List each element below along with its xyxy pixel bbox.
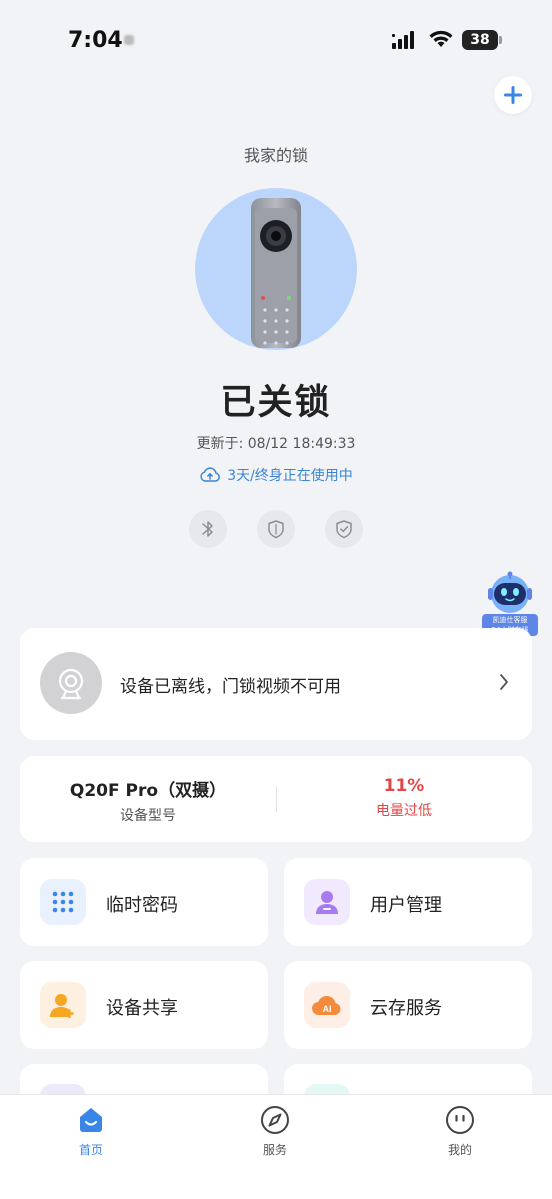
- battery-value: 11%: [383, 776, 425, 796]
- cloud-storage-status[interactable]: 3天/终身正在使用中: [0, 465, 552, 485]
- ai-cloud-icon: AI: [304, 982, 350, 1028]
- model-info: Q20F Pro（双摄） 设备型号: [20, 776, 276, 825]
- shield-check-icon: [336, 520, 352, 539]
- cellular-signal-icon: [392, 31, 414, 49]
- bluetooth-icon: [202, 521, 213, 537]
- smart-lock-illustration: [251, 198, 301, 348]
- tab-service[interactable]: 服务: [215, 1105, 335, 1158]
- user-share-icon: [40, 982, 86, 1028]
- status-bar: 7:04 38: [0, 0, 552, 80]
- home-icon: [76, 1105, 106, 1135]
- bluetooth-button[interactable]: [189, 510, 227, 548]
- service-bot-line1: 凯迪仕客服: [492, 616, 528, 624]
- lock-status: 已关锁: [220, 383, 332, 423]
- camera-avatar: [40, 652, 102, 714]
- cloud-upload-icon: [200, 467, 221, 482]
- profile-face-icon: [445, 1105, 475, 1135]
- plus-icon: [504, 86, 522, 104]
- lock-image: [195, 188, 357, 350]
- add-device-button[interactable]: [494, 76, 532, 114]
- tab-mine[interactable]: 我的: [400, 1105, 520, 1158]
- cloud-status-text: 3天/终身正在使用中: [227, 468, 353, 484]
- tile-label: 云存服务: [370, 998, 442, 1019]
- tile-cloud-service[interactable]: AI 云存服务: [284, 961, 532, 1049]
- battery-indicator: 38: [462, 30, 498, 50]
- update-time: 更新于: 08/12 18:49:33: [196, 436, 356, 452]
- tab-label: 服务: [262, 1143, 287, 1157]
- tile-label: 用户管理: [370, 895, 442, 916]
- battery-info[interactable]: 11% 电量过低: [276, 776, 532, 820]
- tile-label: 设备共享: [106, 998, 178, 1019]
- status-time: 7:04: [68, 28, 123, 53]
- robot-icon: [488, 571, 532, 613]
- battery-tip: [499, 36, 502, 44]
- tab-label: 我的: [447, 1143, 472, 1157]
- device-info-card: Q20F Pro（双摄） 设备型号 11% 电量过低: [20, 756, 532, 842]
- wifi-icon: [429, 30, 453, 47]
- tile-temporary-password[interactable]: 临时密码: [20, 858, 268, 946]
- model-value: Q20F Pro（双摄）: [69, 781, 227, 801]
- security-shield-button[interactable]: [257, 510, 295, 548]
- status-indicator: [124, 35, 134, 45]
- compass-icon: [260, 1105, 290, 1135]
- chevron-right-icon: [500, 674, 508, 690]
- keypad-icon: [40, 879, 86, 925]
- device-name: 我家的锁: [243, 146, 308, 165]
- tab-home[interactable]: 首页: [31, 1105, 151, 1158]
- protection-button[interactable]: [325, 510, 363, 548]
- tile-label: 临时密码: [106, 895, 178, 916]
- tile-user-management[interactable]: 用户管理: [284, 858, 532, 946]
- video-status-text: 设备已离线，门锁视频不可用: [120, 677, 341, 697]
- user-manage-icon: [304, 879, 350, 925]
- shield-icon: [268, 520, 284, 539]
- bottom-tab-bar: 首页 服务 我的: [0, 1094, 552, 1199]
- model-label: 设备型号: [120, 808, 176, 824]
- customer-service-bot[interactable]: 凯迪仕客服 24小时在线: [482, 570, 538, 636]
- tile-device-share[interactable]: 设备共享: [20, 961, 268, 1049]
- camera-icon: [58, 668, 84, 700]
- ai-badge-text: AI: [323, 1004, 332, 1014]
- battery-label: 电量过低: [376, 803, 432, 819]
- tab-label: 首页: [78, 1143, 103, 1157]
- video-status-card[interactable]: 设备已离线，门锁视频不可用: [20, 628, 532, 740]
